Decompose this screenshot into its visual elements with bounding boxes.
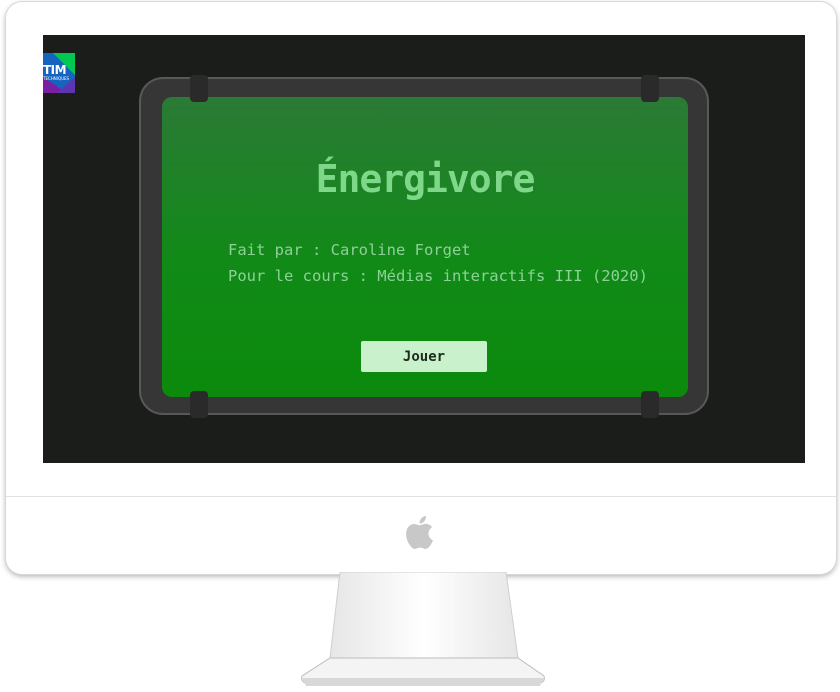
monitor-chin-divider	[6, 496, 836, 497]
frame-clip-top-right	[641, 75, 659, 102]
game-screen: TIM TECHNIQUES Énergivore Fait par : Car…	[43, 35, 805, 463]
game-title: Énergivore	[315, 157, 536, 201]
monitor-stand	[301, 572, 545, 686]
frame-clip-top-left	[190, 75, 208, 102]
play-button[interactable]: Jouer	[361, 341, 487, 372]
logo-subtext: TECHNIQUES	[43, 76, 70, 81]
credit-course: Pour le cours : Médias interactifs III (…	[228, 267, 648, 285]
frame-clip-bottom-left	[190, 391, 208, 418]
frame-clip-bottom-right	[641, 391, 659, 418]
logo-text: TIM	[43, 63, 67, 77]
apple-logo-icon	[406, 516, 433, 549]
credit-author: Fait par : Caroline Forget	[228, 241, 471, 259]
